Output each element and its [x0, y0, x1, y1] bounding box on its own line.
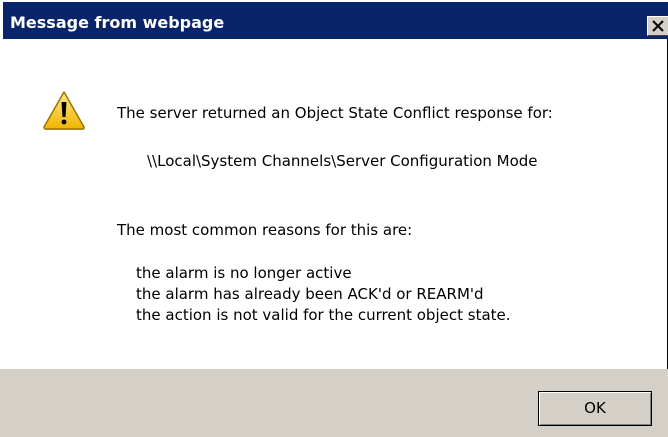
- message-dialog: Message from webpage The server returned…: [0, 0, 668, 437]
- warning-icon: [43, 91, 85, 130]
- close-button[interactable]: [647, 16, 668, 36]
- reasons-list: the alarm is no longer active the alarm …: [136, 263, 511, 326]
- title-bar[interactable]: Message from webpage: [0, 0, 668, 39]
- reason-item: the alarm has already been ACK'd or REAR…: [136, 285, 484, 303]
- message-intro: The server returned an Object State Conf…: [117, 104, 553, 122]
- reasons-heading: The most common reasons for this are:: [117, 221, 413, 239]
- reason-item: the action is not valid for the current …: [136, 306, 511, 324]
- object-path: \\Local\System Channels\Server Configura…: [147, 152, 538, 170]
- dialog-title: Message from webpage: [10, 13, 225, 32]
- close-icon: [652, 20, 664, 32]
- ok-button[interactable]: OK: [538, 391, 652, 426]
- reason-item: the alarm is no longer active: [136, 264, 352, 282]
